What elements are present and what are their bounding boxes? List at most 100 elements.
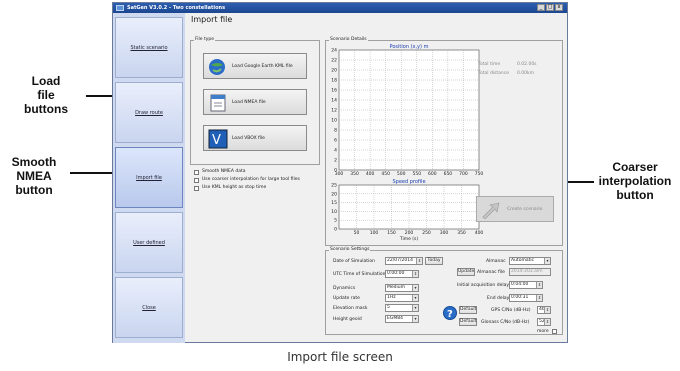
x-tick-label: 550 (412, 171, 421, 177)
file-type-legend: File type (194, 37, 216, 42)
load-vbox-label: Load VBOX file (232, 136, 265, 141)
dynamics-value: Medium (387, 285, 405, 290)
svg-text:?: ? (447, 309, 453, 320)
x-tick-label: 200 (405, 230, 414, 236)
y-tick-label: 4 (334, 148, 337, 154)
y-tick-label: 8 (334, 128, 337, 134)
spin-icon[interactable]: ⇕ (412, 271, 418, 277)
x-tick-label: 650 (444, 171, 453, 177)
sidebar-item-draw-route[interactable]: Draw route (115, 82, 183, 143)
y-tick-label: 24 (331, 48, 337, 54)
today-button[interactable]: Today (425, 257, 443, 265)
gps-default-button[interactable]: Default (459, 306, 477, 314)
annotation-line: NMEA (16, 169, 52, 183)
coarser-interpolation-checkbox[interactable] (194, 178, 199, 183)
elevation-select[interactable]: 5 ▾ (385, 304, 419, 312)
y-tick-label: 20 (331, 191, 337, 197)
chevron-down-icon: ▾ (412, 295, 418, 301)
glonass-cno-field[interactable]: 52 ⇕ (537, 318, 551, 326)
almanac-select[interactable]: Automatic ▾ (509, 257, 551, 265)
create-scenario-button[interactable]: Create scenario (476, 196, 554, 222)
geoid-label: Height geoid (333, 317, 362, 322)
sidebar-item-user-defined[interactable]: User defined (115, 212, 183, 273)
coarser-interpolation-label: Use coarser interpolation for large tool… (202, 177, 300, 182)
x-tick-label: 100 (370, 230, 379, 236)
total-distance-label: Total distance (478, 71, 510, 76)
smooth-nmea-annotation: Smooth NMEA button (4, 155, 64, 197)
sidebar: Static scenario Draw route Import file U… (113, 13, 185, 343)
help-icon[interactable]: ? (443, 306, 457, 320)
svg-text:V: V (212, 133, 221, 148)
y-tick-label: 10 (331, 209, 337, 215)
spin-icon[interactable]: ⇕ (544, 319, 550, 325)
sidebar-item-close[interactable]: Close (115, 277, 183, 338)
total-time-value: 0.02.00s (517, 62, 537, 67)
sidebar-item-static-scenario[interactable]: Static scenario (115, 17, 183, 78)
smooth-nmea-checkbox[interactable] (194, 170, 199, 175)
spin-icon[interactable]: ⇕ (536, 295, 542, 301)
smooth-nmea-label: Smooth NMEA data (202, 169, 246, 174)
initial-delay-field[interactable]: 0:04:00 ⇕ (509, 281, 543, 289)
sidebar-item-import-file[interactable]: Import file (115, 147, 183, 208)
x-tick-label: 350 (457, 230, 466, 236)
glonass-default-button[interactable]: Default (459, 318, 477, 326)
end-delay-field[interactable]: 0:00:31 ⇕ (509, 294, 543, 302)
almanac-file-field: 2014-203.alm (509, 268, 551, 276)
utc-value: 0:00:00 (387, 271, 405, 276)
chart-title: Position (x,y) m (390, 44, 429, 50)
maximize-button[interactable]: □ (546, 4, 554, 11)
load-nmea-button[interactable]: Load NMEA file (203, 89, 307, 115)
load-vbox-button[interactable]: V Load VBOX file (203, 125, 307, 151)
annotation-line: button (616, 188, 654, 202)
y-tick-label: 25 (331, 183, 337, 189)
dynamics-select[interactable]: Medium ▾ (385, 284, 419, 292)
chevron-down-icon: ▾ (412, 305, 418, 311)
chevron-down-icon: ▾ (544, 258, 550, 264)
scenario-details-legend: Scenario Details (329, 37, 368, 42)
geoid-value: EGM84 (387, 316, 403, 321)
annotation-line: Load (31, 74, 61, 88)
date-value: 22/07/2014 (387, 258, 413, 263)
spin-icon[interactable]: ⇕ (536, 282, 542, 288)
spin-icon[interactable]: ⇕ (416, 258, 422, 264)
title-bar[interactable]: SatGen V3.0.2 - Two constellations _ □ x (113, 3, 567, 13)
x-tick-label: 750 (475, 171, 484, 177)
minimize-button[interactable]: _ (537, 4, 545, 11)
y-tick-label: 15 (331, 200, 337, 206)
dynamics-label: Dynamics (333, 286, 356, 291)
chart-title: Speed profile (392, 179, 425, 185)
date-field[interactable]: 22/07/2014 ⇕ (385, 257, 423, 265)
utc-label: UTC Time of Simulation (333, 272, 386, 277)
load-kml-button[interactable]: Load Google Earth KML file (203, 53, 307, 79)
annotation-line: Smooth (11, 155, 57, 169)
x-tick-label: 400 (366, 171, 375, 177)
window-title: SatGen V3.0.2 - Two constellations (127, 5, 226, 11)
annotation-line: buttons (24, 102, 68, 116)
almanac-label: Almanac (486, 259, 506, 264)
speed-profile-chart: 50 100 150 200 250 300 350 400 0 5 10 15 20 25 Speed p… (331, 179, 483, 242)
kml-height-checkbox[interactable] (194, 186, 199, 191)
close-window-button[interactable]: x (555, 4, 563, 11)
elevation-label: Elevation mask (333, 306, 368, 311)
scenario-settings-legend: Scenario Settings (329, 247, 371, 252)
update-rate-select[interactable]: 1Hz ▾ (385, 294, 419, 302)
almanac-update-button[interactable]: Update (457, 268, 475, 276)
gps-cno-field[interactable]: 46 ⇕ (537, 306, 551, 314)
annotation-line: file (37, 88, 55, 102)
end-delay-label: End delay (487, 296, 510, 301)
kml-height-label: Use KML height as stop time (202, 185, 267, 190)
more-checkbox[interactable] (552, 329, 557, 334)
spin-icon[interactable]: ⇕ (544, 307, 550, 313)
total-time-label: Total time (478, 62, 501, 67)
almanac-file-label: Almanac file (477, 270, 505, 275)
initial-delay-label: Initial acquisition delay (457, 283, 510, 288)
chevron-down-icon: ▾ (412, 285, 418, 291)
utc-field[interactable]: 0:00:00 ⇕ (385, 270, 419, 278)
almanac-value: Automatic (511, 258, 535, 263)
position-chart: 300 350 400 450 500 550 600 650 700 7500246810121… (331, 44, 484, 177)
gps-cno-label: GPS C/No (dB-Hz) (491, 308, 531, 313)
app-window: SatGen V3.0.2 - Two constellations _ □ x… (112, 2, 568, 343)
y-tick-label: 16 (331, 88, 337, 94)
y-tick-label: 6 (334, 138, 337, 144)
geoid-select[interactable]: EGM84 ▾ (385, 315, 419, 323)
